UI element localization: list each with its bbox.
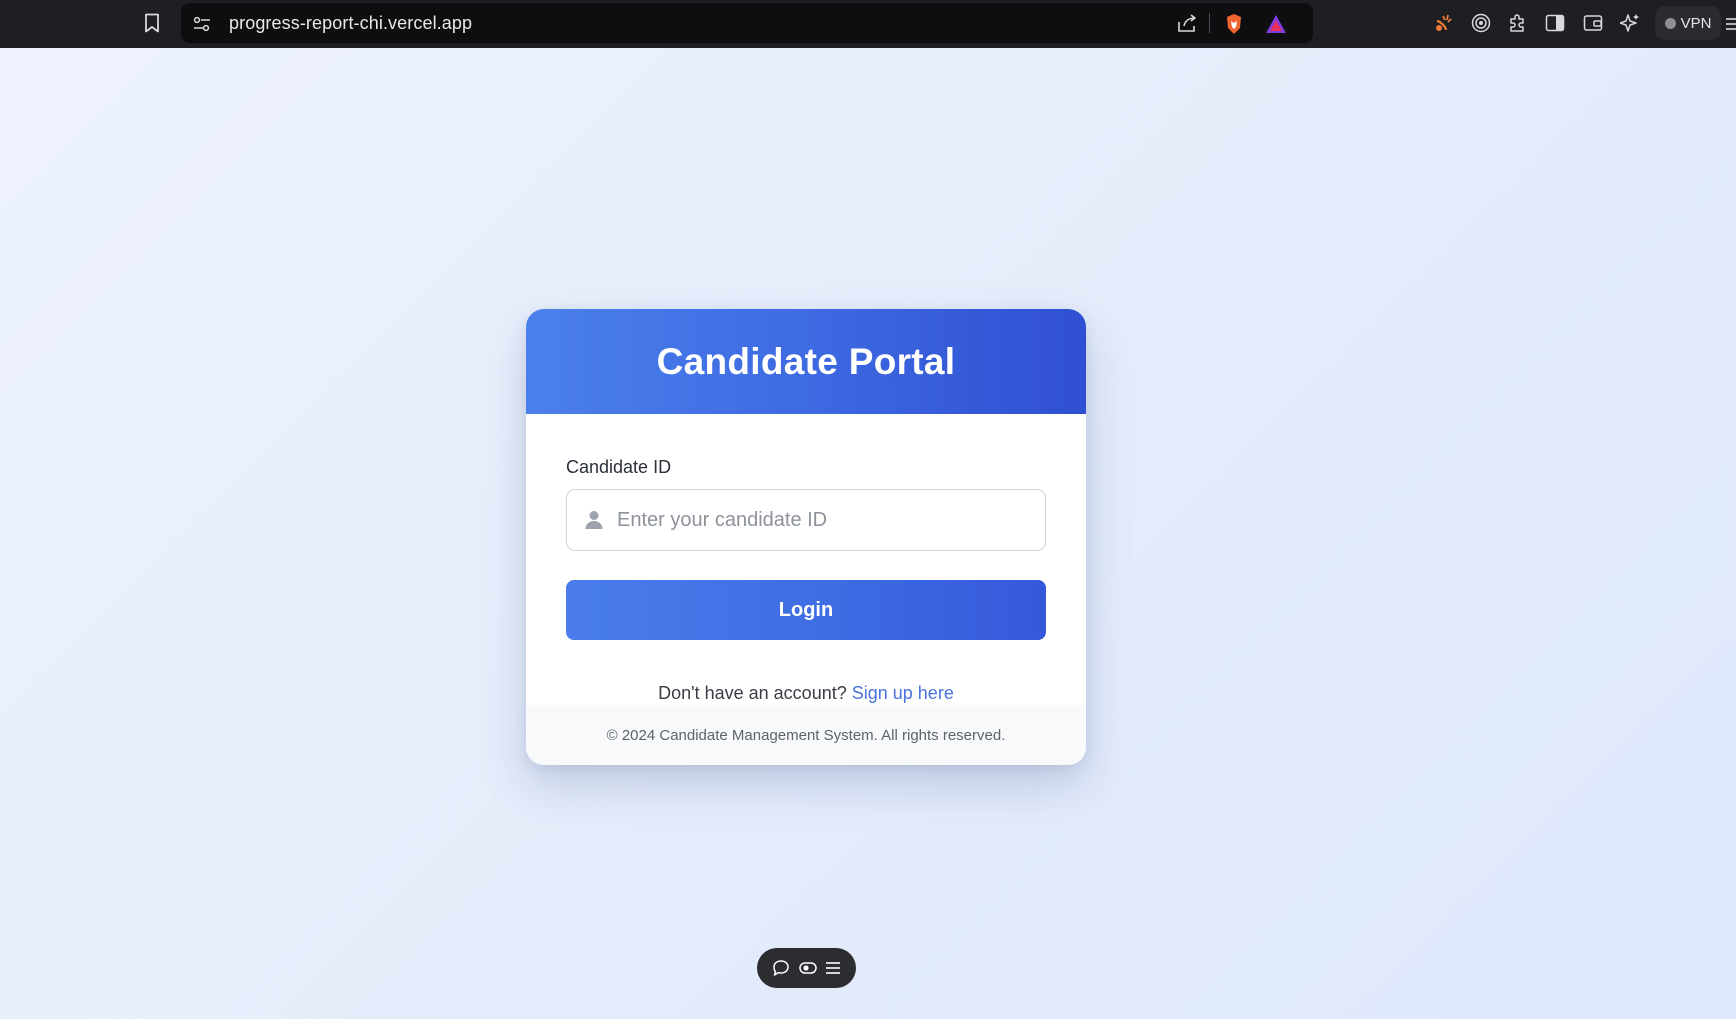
- list-icon[interactable]: [825, 961, 841, 975]
- copyright-text: © 2024 Candidate Management System. All …: [606, 726, 1006, 744]
- brave-news-icon[interactable]: [1433, 12, 1455, 34]
- address-bar[interactable]: progress-report-chi.vercel.app: [181, 3, 1313, 43]
- site-settings-icon[interactable]: [191, 13, 213, 35]
- user-icon: [585, 510, 603, 535]
- sidebar-icon[interactable]: [1544, 12, 1566, 34]
- share-icon[interactable]: [1175, 12, 1199, 34]
- brave-shields-icon[interactable]: [1223, 12, 1245, 36]
- login-button[interactable]: Login: [566, 580, 1046, 640]
- brave-rewards-icon[interactable]: [1265, 13, 1287, 35]
- card-footer: © 2024 Candidate Management System. All …: [526, 705, 1086, 765]
- vpn-button[interactable]: VPN: [1655, 6, 1721, 40]
- browser-toolbar: progress-report-chi.vercel.app VPN: [0, 0, 1736, 48]
- vpn-status-icon: [1664, 17, 1676, 29]
- extensions-icon[interactable]: [1507, 12, 1529, 34]
- candidate-id-input[interactable]: [617, 491, 1027, 549]
- candidate-id-label: Candidate ID: [566, 457, 672, 477]
- comment-icon[interactable]: [772, 959, 790, 977]
- signup-link[interactable]: Sign up here: [852, 683, 954, 703]
- url-text[interactable]: progress-report-chi.vercel.app: [229, 13, 472, 34]
- signup-prompt: Don't have an account?: [658, 683, 847, 703]
- candidate-id-field[interactable]: [566, 489, 1046, 551]
- leo-ai-icon[interactable]: [1619, 12, 1641, 34]
- media-icon[interactable]: [1470, 12, 1492, 34]
- login-card: Candidate Portal Candidate ID Login Don'…: [526, 309, 1086, 765]
- card-header: Candidate Portal: [526, 309, 1086, 414]
- menu-icon[interactable]: [1724, 14, 1736, 34]
- divider: [1209, 13, 1210, 33]
- toggle-icon[interactable]: [798, 961, 817, 975]
- signup-row: Don't have an account? Sign up here: [526, 683, 1086, 704]
- wallet-icon[interactable]: [1582, 12, 1604, 34]
- floating-toolbar: [757, 948, 856, 988]
- page-title: Candidate Portal: [656, 340, 956, 382]
- bookmark-icon[interactable]: [141, 12, 163, 34]
- vpn-label: VPN: [1680, 14, 1712, 32]
